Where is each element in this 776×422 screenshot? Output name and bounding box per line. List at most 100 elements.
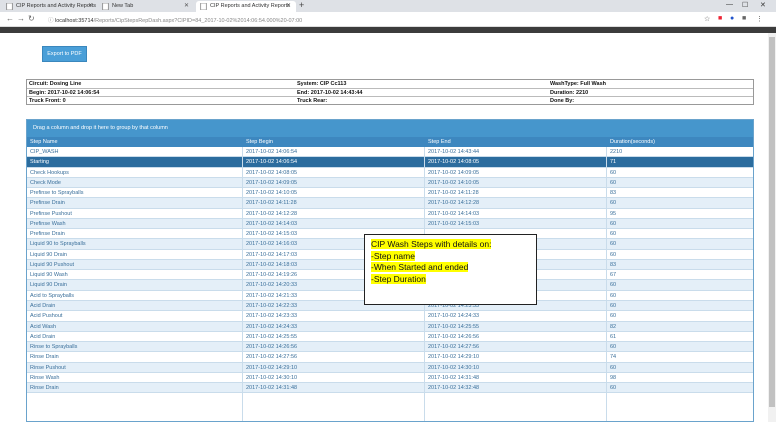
table-cell: 60 — [610, 292, 617, 299]
table-cell: 2017-10-02 14:11:28 — [428, 190, 479, 197]
table-cell: 2017-10-02 14:15:03 — [428, 220, 480, 227]
tab-label: CIP Reports and Activity Reports — [16, 3, 96, 9]
table-cell: 2017-10-02 14:19:26 — [246, 272, 298, 279]
table-cell: 2017-10-02 14:31:48 — [246, 385, 298, 392]
table-cell: Liquid 90 Wash — [30, 272, 68, 279]
table-cell: 82 — [610, 323, 617, 330]
table-cell: 2017-10-02 14:14:03 — [246, 220, 298, 227]
menu-dots-icon[interactable]: ⋮ — [756, 15, 763, 23]
close-icon[interactable]: ✕ — [88, 2, 93, 9]
table-row[interactable]: Rinse Pushout 2017-10-02 14:29:10 2017-10-… — [27, 362, 753, 373]
table-cell: 2017-10-02 14:24:33 — [428, 313, 480, 320]
table-cell: 2017-10-02 14:26:56 — [428, 333, 480, 340]
table-cell: 2017-10-02 14:26:56 — [246, 344, 298, 351]
table-row[interactable]: Check Hookups 2017-10-02 14:08:05 2017-10-… — [27, 168, 753, 178]
table-cell: 2017-10-02 14:30:10 — [428, 364, 480, 371]
table-cell: Acid Drain — [30, 302, 56, 309]
table-row[interactable]: Rinse Wash 2017-10-02 14:30:10 2017-10-02 … — [27, 373, 753, 384]
document-icon — [6, 3, 13, 10]
document-icon — [102, 3, 109, 10]
table-cell: 2017-10-02 14:20:33 — [246, 282, 298, 289]
table-cell: 2017-10-02 14:12:28 — [246, 210, 298, 217]
tab-cip-reports-1[interactable]: CIP Reports and Activity Reports ✕ — [2, 1, 98, 12]
close-icon[interactable]: ✕ — [286, 2, 291, 9]
table-cell: 2017-10-02 14:06:54 — [246, 149, 298, 155]
table-cell: 2017-10-02 14:10:05 — [428, 179, 480, 186]
table-cell: Rinse Pushout — [30, 364, 66, 371]
table-row[interactable]: Rinse Drain 2017-10-02 14:31:48 2017-10-02… — [27, 383, 753, 394]
table-cell: Liquid 90 Drain — [30, 251, 67, 258]
column-divider — [606, 147, 607, 421]
table-row[interactable]: Check Mode 2017-10-02 14:09:05 2017-10-02 … — [27, 177, 753, 189]
table-cell: 2017-10-02 14:29:10 — [428, 354, 480, 361]
table-row[interactable]: Starting 2017-10-02 14:06:54 2017-10-02 14… — [27, 157, 753, 168]
wash-info-table: Circuit: Dosing Line System: CIP Cc113 W… — [26, 79, 754, 105]
table-cell: 2017-10-02 14:24:33 — [246, 323, 298, 330]
table-cell: 60 — [610, 302, 617, 309]
table-cell: 83 — [610, 261, 617, 268]
washtype-label: WashType: Full Wash — [550, 81, 607, 87]
table-row[interactable]: Acid Wash 2017-10-02 14:24:33 2017-10-02 1… — [27, 321, 753, 332]
table-cell: Prefinse Drain — [30, 231, 65, 238]
extension-icon-blue[interactable]: ● — [730, 15, 734, 22]
tab-label: CIP Reports and Activity Reports — [210, 3, 290, 9]
table-cell: 2017-10-02 14:06:54 — [246, 159, 298, 166]
browser-toolbar: ← → ↻ ⓘ localhost:35714/Reports/CipSteps… — [0, 12, 776, 27]
table-row[interactable]: Rinse Drain 2017-10-02 14:27:56 2017-10-02… — [27, 352, 753, 363]
column-header-step-name[interactable]: Step Name — [30, 139, 58, 145]
table-row[interactable]: Prefinse Pushout 2017-10-02 14:12:28 2017-… — [27, 209, 753, 219]
minimize-icon[interactable]: — — [726, 1, 733, 8]
table-cell: Rinse Drain — [30, 385, 59, 392]
table-row[interactable]: Rinse to Sprayballs 2017-10-02 14:26:56 20… — [27, 342, 753, 353]
table-cell: Check Mode — [30, 179, 61, 186]
table-row[interactable]: Prefinse Drain 2017-10-02 14:11:28 2017-10… — [27, 198, 753, 209]
table-cell: 98 — [610, 374, 617, 381]
extension-icon-red[interactable]: ■ — [718, 15, 722, 22]
circuit-label: Circuit: Dosing Line — [29, 81, 82, 87]
maximize-icon[interactable]: ☐ — [742, 1, 748, 9]
table-cell: 61 — [610, 333, 617, 340]
group-drop-area[interactable]: Drag a column and drop it here to group … — [27, 120, 753, 137]
table-cell: 60 — [610, 385, 617, 392]
table-cell: 60 — [610, 220, 617, 227]
reload-icon[interactable]: ↻ — [28, 14, 35, 23]
truck-front-label: Truck Front: 0 — [29, 98, 66, 105]
star-icon[interactable]: ☆ — [704, 15, 710, 23]
table-row[interactable]: Prefinse Wash 2017-10-02 14:14:03 2017-10-… — [27, 218, 753, 230]
column-header-duration[interactable]: Duration(seconds) — [610, 139, 655, 145]
forward-arrow-icon[interactable]: → — [17, 14, 25, 23]
new-tab-button[interactable]: + — [299, 0, 304, 10]
table-cell: 2017-10-02 14:27:56 — [246, 354, 298, 361]
duration-label: Duration: 2210 — [550, 89, 589, 96]
window-close-icon[interactable]: ✕ — [760, 1, 766, 9]
tab-new-tab[interactable]: New Tab ✕ — [98, 1, 194, 12]
table-cell: 2017-10-02 14:08:05 — [428, 159, 480, 166]
table-row[interactable]: Acid Drain 2017-10-02 14:25:55 2017-10-02 … — [27, 332, 753, 343]
table-cell: Prefinse Pushout — [30, 210, 72, 217]
scrollbar-thumb[interactable] — [769, 37, 775, 407]
table-row[interactable]: Acid Pushout 2017-10-02 14:23:33 2017-10-0… — [27, 311, 753, 322]
table-cell: 2017-10-02 14:14:03 — [428, 210, 480, 217]
url-path: /Reports/CipStepsRepDash.aspx?CIPID=84_2… — [93, 18, 303, 24]
address-bar[interactable]: ⓘ localhost:35714/Reports/CipStepsRepDas… — [40, 14, 700, 25]
table-row[interactable]: CIP_WASH 2017-10-02 14:06:54 2017-10-02 14… — [27, 147, 753, 158]
tab-cip-reports-active[interactable]: CIP Reports and Activity Reports ✕ — [196, 1, 296, 12]
extension-icon-gray[interactable]: ■ — [742, 15, 746, 22]
table-cell: 95 — [610, 210, 617, 217]
close-icon[interactable]: ✕ — [184, 2, 189, 9]
table-cell: 2017-10-02 14:12:28 — [428, 200, 480, 207]
column-header-step-end[interactable]: Step End — [428, 139, 451, 145]
page-scrollbar[interactable] — [768, 33, 776, 422]
table-row[interactable]: Prefinse to Sprayballs 2017-10-02 14:10:0… — [27, 188, 753, 199]
table-cell: 2017-10-02 14:18:03 — [246, 261, 298, 268]
table-cell: 2017-10-02 14:29:10 — [246, 364, 298, 371]
back-arrow-icon[interactable]: ← — [6, 14, 14, 23]
browser-tab-bar: CIP Reports and Activity Reports ✕ New T… — [0, 0, 776, 12]
table-cell: 71 — [610, 159, 617, 166]
export-to-pdf-button[interactable]: Export to PDF — [42, 46, 87, 62]
begin-label: Begin: 2017-10-02 14:06:54 — [29, 89, 100, 96]
table-cell: 2017-10-02 14:22:33 — [246, 302, 298, 309]
table-cell: Rinse Wash — [30, 374, 60, 381]
tab-label: New Tab — [112, 3, 134, 9]
column-header-step-begin[interactable]: Step Begin — [246, 139, 273, 145]
